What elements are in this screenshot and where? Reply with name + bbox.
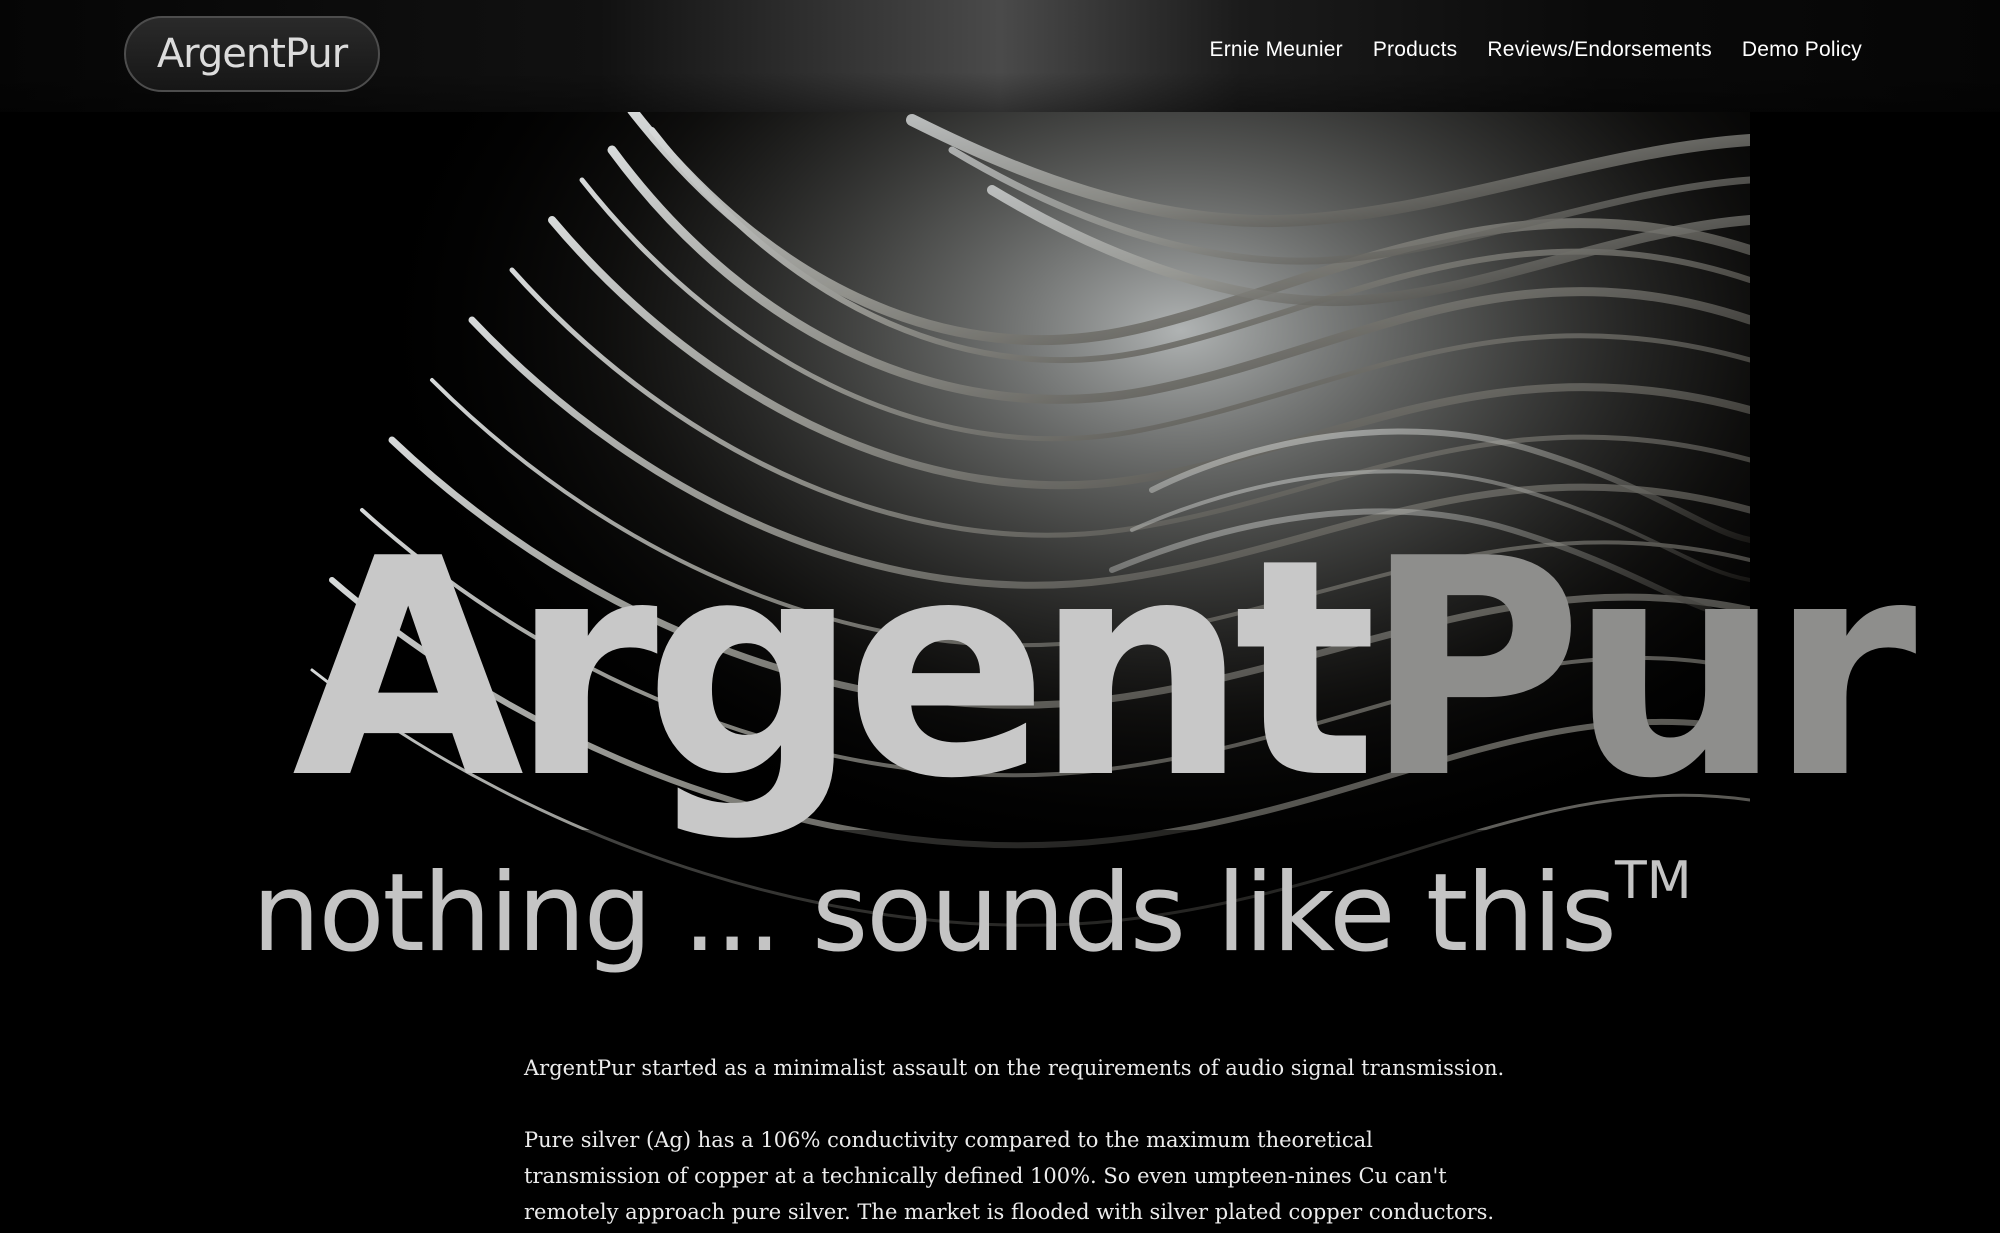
logo-home-link[interactable]: ArgentPur — [124, 16, 380, 92]
nav-link-demo-policy[interactable]: Demo Policy — [1742, 38, 1862, 62]
intro-paragraph-2-line-3: remotely approach pure silver. The marke… — [524, 1200, 1495, 1224]
hero-wordmark: ArgentPur — [292, 520, 1917, 820]
hero-wordmark-argent: Argent — [292, 495, 1377, 844]
hero-wordmark-pur: Pur — [1363, 495, 1916, 844]
intro-paragraph-2-line-1: Pure silver (Ag) has a 106% conductivity… — [524, 1128, 1373, 1152]
trademark-mark: TM — [1614, 851, 1692, 911]
main-nav: Ernie Meunier Products Reviews/Endorseme… — [1210, 38, 1862, 62]
logo-text: ArgentPur — [156, 31, 348, 77]
intro-paragraph-1: ArgentPur started as a minimalist assaul… — [524, 1056, 1505, 1080]
intro-paragraph-2: Pure silver (Ag) has a 106% conductivity… — [524, 1122, 1524, 1230]
hero-tagline-text: nothing ... sounds like this — [252, 851, 1617, 976]
hero-tagline: nothing ... sounds like thisTM — [252, 855, 1692, 968]
intro-paragraph-2-line-2: transmission of copper at a technically … — [524, 1164, 1447, 1188]
nav-link-ernie-meunier[interactable]: Ernie Meunier — [1210, 38, 1343, 62]
intro-copy: ArgentPur started as a minimalist assaul… — [524, 1050, 1524, 1230]
nav-link-reviews-endorsements[interactable]: Reviews/Endorsements — [1487, 38, 1712, 62]
nav-link-products[interactable]: Products — [1373, 38, 1457, 62]
